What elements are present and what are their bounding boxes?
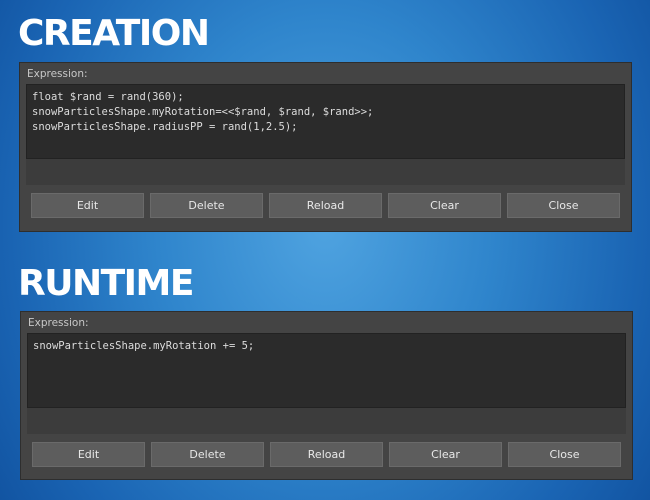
creation-button-row: Edit Delete Reload Clear Close <box>31 193 620 218</box>
reload-button[interactable]: Reload <box>270 442 383 467</box>
edit-button[interactable]: Edit <box>32 442 145 467</box>
runtime-heading: RUNTIME <box>18 263 194 304</box>
reload-button[interactable]: Reload <box>269 193 382 218</box>
runtime-button-row: Edit Delete Reload Clear Close <box>32 442 621 467</box>
edit-button[interactable]: Edit <box>31 193 144 218</box>
close-button[interactable]: Close <box>507 193 620 218</box>
expression-label: Expression: <box>27 68 88 80</box>
close-button[interactable]: Close <box>508 442 621 467</box>
editor-spacer <box>26 159 625 185</box>
expression-label: Expression: <box>28 317 89 329</box>
runtime-expression-editor[interactable]: snowParticlesShape.myRotation += 5; <box>27 333 626 408</box>
clear-button[interactable]: Clear <box>389 442 502 467</box>
runtime-expression-panel: Expression: snowParticlesShape.myRotatio… <box>20 311 633 480</box>
delete-button[interactable]: Delete <box>150 193 263 218</box>
creation-expression-panel: Expression: float $rand = rand(360); sno… <box>19 62 632 232</box>
delete-button[interactable]: Delete <box>151 442 264 467</box>
creation-expression-editor[interactable]: float $rand = rand(360); snowParticlesSh… <box>26 84 625 159</box>
editor-spacer <box>27 408 626 434</box>
clear-button[interactable]: Clear <box>388 193 501 218</box>
creation-heading: CREATION <box>18 13 210 54</box>
